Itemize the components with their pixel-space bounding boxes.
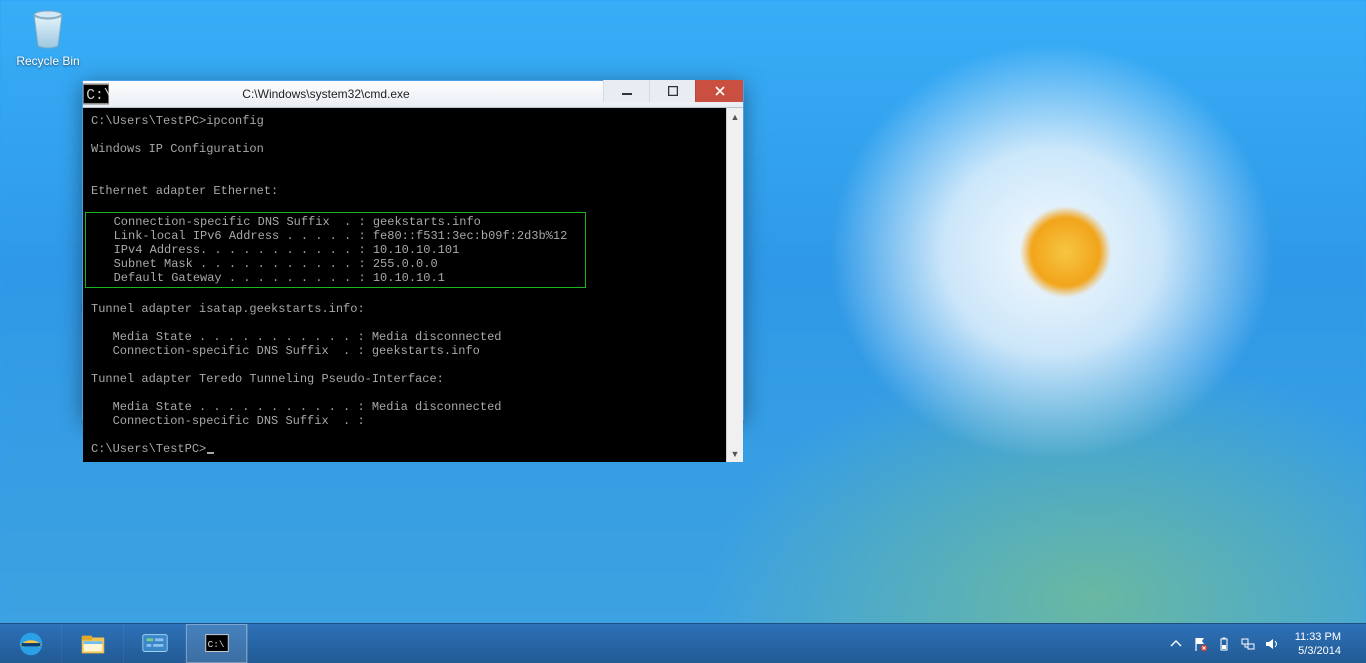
cmd-line: Subnet Mask . . . . . . . . . . . : 255.… (114, 257, 438, 271)
taskbar-ie-button[interactable] (0, 624, 62, 663)
scroll-up-arrow-icon[interactable]: ▲ (727, 108, 743, 125)
tray-volume[interactable] (1263, 624, 1281, 663)
cmd-titlebar[interactable]: C:\ C:\Windows\system32\cmd.exe (83, 81, 743, 108)
taskbar-clock[interactable]: 11:33 PM 5/3/2014 (1287, 630, 1349, 658)
cmd-line: Windows IP Configuration (91, 142, 264, 156)
scroll-down-arrow-icon[interactable]: ▼ (727, 445, 743, 462)
cmd-line: Ethernet adapter Ethernet: (91, 184, 278, 198)
taskbar-date: 5/3/2014 (1295, 644, 1341, 658)
cmd-line: Media State . . . . . . . . . . . : Medi… (113, 400, 502, 414)
taskbar-cmd-button[interactable]: C:\ (186, 624, 248, 663)
chevron-up-icon (1168, 636, 1184, 652)
recycle-bin-label: Recycle Bin (10, 54, 86, 68)
file-explorer-icon (78, 629, 108, 659)
taskbar-explorer-button[interactable] (62, 624, 124, 663)
svg-text:C:\: C:\ (207, 638, 224, 649)
flag-icon (1192, 636, 1208, 652)
maximize-button[interactable] (649, 80, 695, 102)
network-icon (1240, 636, 1256, 652)
taskbar-settings-button[interactable] (124, 624, 186, 663)
recycle-bin-desktop-icon[interactable]: Recycle Bin (10, 4, 86, 68)
cmd-line: Connection-specific DNS Suffix . : geeks… (113, 344, 480, 358)
cmd-line: Link-local IPv6 Address . . . . . : fe80… (114, 229, 568, 243)
cmd-line: Connection-specific DNS Suffix . : geeks… (114, 215, 481, 229)
cmd-line: C:\Users\TestPC> (91, 442, 206, 456)
recycle-bin-icon (24, 4, 72, 52)
tray-action-center[interactable] (1191, 624, 1209, 663)
internet-explorer-icon (16, 629, 46, 659)
cmd-line: Default Gateway . . . . . . . . . : 10.1… (114, 271, 445, 285)
taskbar[interactable]: C:\ (0, 623, 1366, 663)
cmd-window-title: C:\Windows\system32\cmd.exe (49, 87, 603, 101)
cmd-line: Media State . . . . . . . . . . . : Medi… (113, 330, 502, 344)
cmd-icon: C:\ (202, 629, 232, 659)
speaker-icon (1264, 636, 1280, 652)
cmd-line: Tunnel adapter Teredo Tunneling Pseudo-I… (91, 372, 444, 386)
cmd-line: Tunnel adapter isatap.geekstarts.info: (91, 302, 365, 316)
cmd-scrollbar[interactable]: ▲ ▼ (726, 108, 743, 462)
cmd-output-area[interactable]: C:\Users\TestPC>ipconfig Windows IP Conf… (83, 108, 726, 462)
minimize-button[interactable] (603, 80, 649, 102)
cmd-cursor (207, 452, 214, 454)
cmd-window[interactable]: C:\ C:\Windows\system32\cmd.exe C:\Users… (82, 80, 744, 420)
tray-show-hidden-icons[interactable] (1167, 624, 1185, 663)
tray-battery[interactable] (1215, 624, 1233, 663)
scroll-track[interactable] (727, 125, 743, 445)
battery-icon (1216, 636, 1232, 652)
taskbar-time: 11:33 PM (1295, 630, 1341, 644)
cmd-line: IPv4 Address. . . . . . . . . . . : 10.1… (114, 243, 460, 257)
cmd-line: Connection-specific DNS Suffix . : (113, 414, 365, 428)
pc-settings-icon (140, 629, 170, 659)
tray-network[interactable] (1239, 624, 1257, 663)
close-button[interactable] (695, 80, 743, 102)
ipconfig-highlight-box: Connection-specific DNS Suffix . : geeks… (85, 212, 586, 288)
cmd-line: C:\Users\TestPC>ipconfig (91, 114, 264, 128)
